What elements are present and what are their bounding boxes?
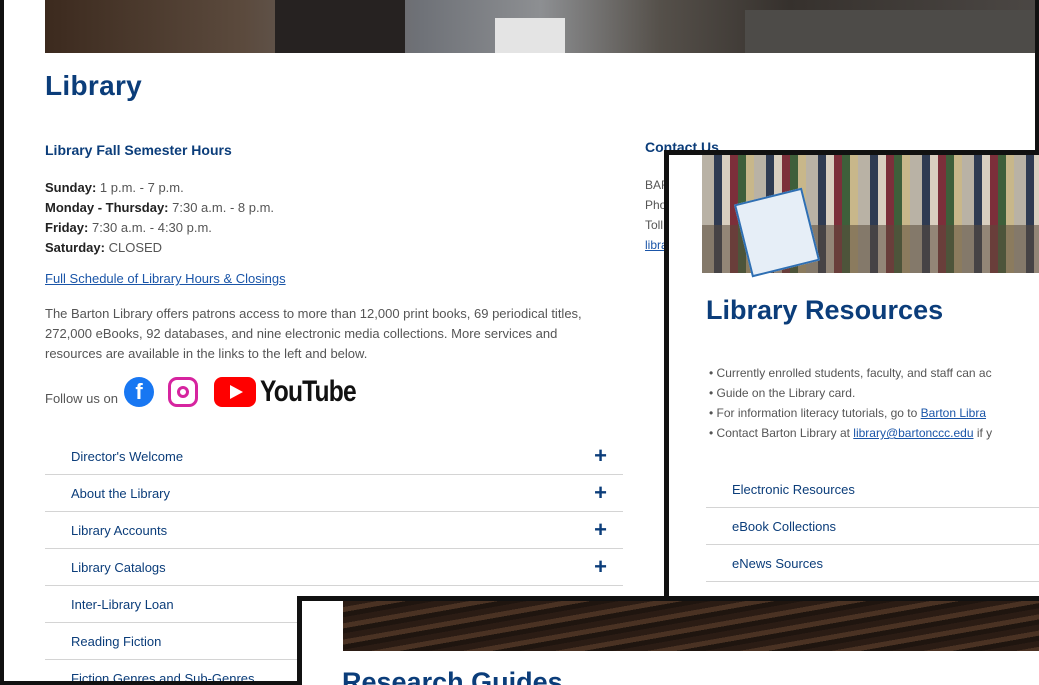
accordion-item-about-library[interactable]: About the Library +: [45, 475, 623, 512]
accordion-item-enews-sources[interactable]: eNews Sources: [706, 545, 1039, 582]
tutorials-link[interactable]: Barton Libra: [921, 406, 986, 420]
hours-row: Sunday: 1 p.m. - 7 p.m.: [45, 180, 184, 195]
hours-row: Monday - Thursday: 7:30 a.m. - 8 p.m.: [45, 200, 275, 215]
wood-banner-photo: [343, 601, 1039, 651]
list-item: For information literacy tutorials, go t…: [709, 403, 1039, 423]
expand-plus-icon[interactable]: +: [594, 480, 607, 506]
resources-title: Library Resources: [706, 295, 944, 325]
expand-plus-icon[interactable]: +: [594, 443, 607, 469]
accordion-item-electronic-resources[interactable]: Electronic Resources: [706, 471, 1039, 508]
expand-plus-icon[interactable]: +: [594, 517, 607, 543]
resources-bullets: Currently enrolled students, faculty, an…: [709, 363, 1039, 443]
youtube-wordmark: YouTube: [259, 375, 357, 408]
hours-list: Sunday: 1 p.m. - 7 p.m. Monday - Thursda…: [45, 178, 274, 258]
resources-accordion: Electronic Resources eBook Collections e…: [706, 471, 1039, 582]
library-intro: The Barton Library offers patrons access…: [45, 306, 582, 361]
hours-row: Friday: 7:30 a.m. - 4:30 p.m.: [45, 220, 212, 235]
social-follow: Follow us on f YouTube: [45, 372, 377, 412]
guides-title: Research Guides: [342, 667, 563, 685]
library-banner-photo: [45, 0, 1035, 53]
expand-plus-icon[interactable]: +: [594, 554, 607, 580]
list-item: Guide on the Library card.: [709, 383, 1039, 403]
bookshelf-photo: [702, 155, 1039, 278]
hours-row: Saturday: CLOSED: [45, 240, 163, 255]
list-item: Contact Barton Library at library@barton…: [709, 423, 1039, 443]
library-email-link[interactable]: library@bartonccc.edu: [853, 426, 973, 440]
youtube-play-icon: [213, 377, 256, 407]
facebook-icon[interactable]: f: [123, 377, 154, 407]
youtube-link[interactable]: YouTube: [213, 375, 377, 409]
accordion-item-library-accounts[interactable]: Library Accounts +: [45, 512, 623, 549]
full-schedule-link[interactable]: Full Schedule of Library Hours & Closing…: [45, 271, 286, 286]
accordion-item-ebook-collections[interactable]: eBook Collections: [706, 508, 1039, 545]
hours-heading: Library Fall Semester Hours: [45, 142, 232, 158]
library-resources-page: Library Resources Currently enrolled stu…: [664, 150, 1039, 602]
accordion-item-library-catalogs[interactable]: Library Catalogs +: [45, 549, 623, 586]
list-item: Currently enrolled students, faculty, an…: [709, 363, 1039, 383]
follow-label: Follow us on: [45, 390, 118, 406]
accordion-item-directors-welcome[interactable]: Director's Welcome +: [45, 438, 623, 475]
page-title: Library: [45, 70, 143, 101]
instagram-icon[interactable]: [167, 377, 198, 407]
research-guides-page: Research Guides: [297, 596, 1039, 685]
